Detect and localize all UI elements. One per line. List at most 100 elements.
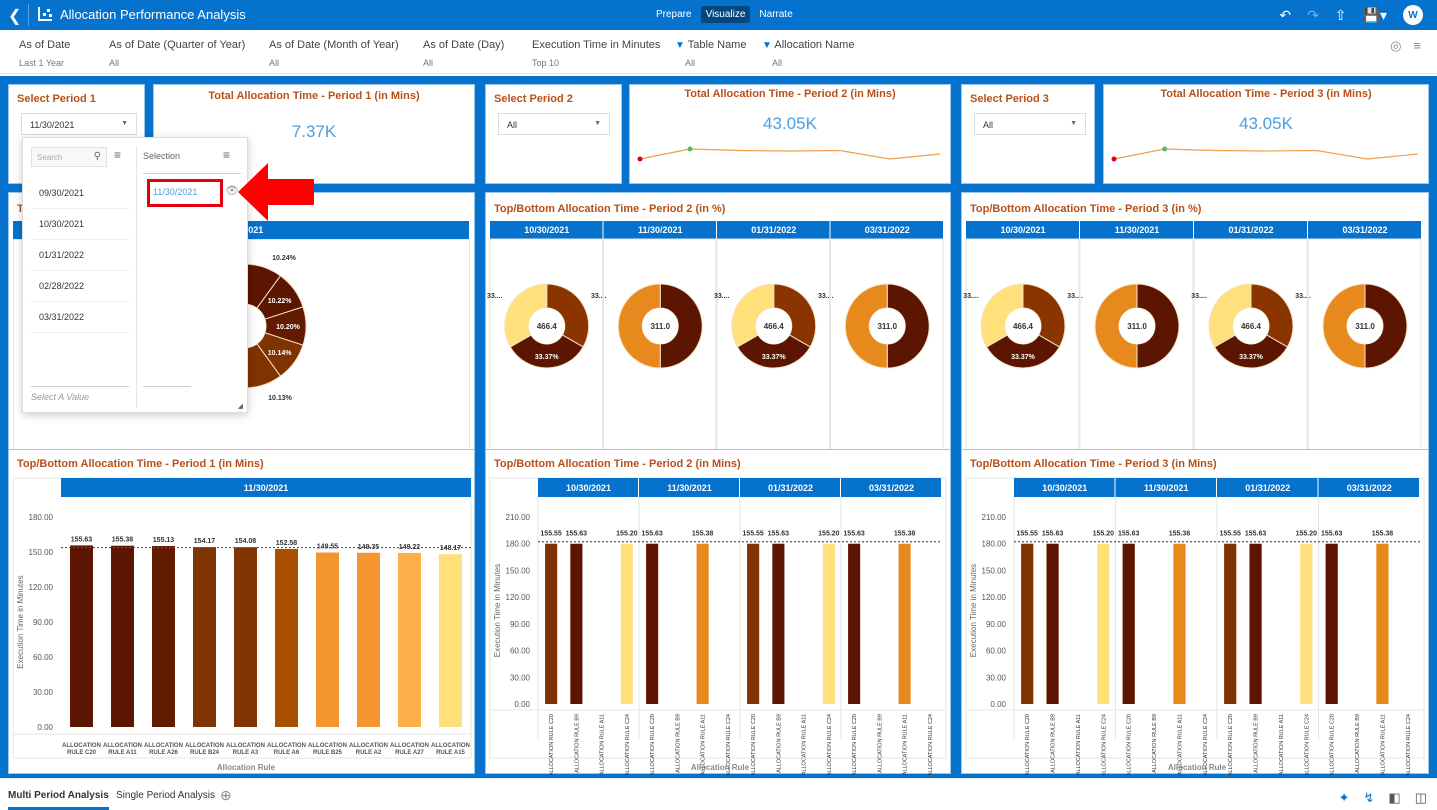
- y-tick-label: 120.00: [29, 583, 54, 592]
- tab-single-period-analysis[interactable]: Single Period Analysis: [116, 790, 215, 801]
- eye-icon[interactable]: 👁: [225, 184, 239, 197]
- panel-left-icon[interactable]: ◧: [1388, 790, 1400, 806]
- y-tick-label: 90.00: [33, 618, 54, 627]
- mode-prepare[interactable]: Prepare: [651, 6, 697, 23]
- y-tick-label: 150.00: [29, 548, 54, 557]
- bar-value-label: 155.55: [540, 531, 562, 538]
- x-tick-label: ALLOCATION RULE B9: [1051, 714, 1057, 773]
- list-item[interactable]: 02/28/2022: [31, 271, 129, 302]
- x-tick-label: ALLOCATION RULE B9: [1254, 714, 1260, 773]
- list-item[interactable]: 01/31/2022: [31, 240, 129, 271]
- mode-narrate[interactable]: Narrate: [754, 6, 797, 23]
- bar: [772, 543, 785, 704]
- filter-day[interactable]: As of Date (Day) All: [423, 39, 504, 68]
- filter-as-of-date[interactable]: As of Date Last 1 Year: [19, 39, 70, 68]
- y-tick-label: 60.00: [986, 647, 1007, 656]
- auto-apply-icon[interactable]: ◎: [1390, 38, 1401, 54]
- arrow-shape: [238, 163, 314, 221]
- list-item[interactable]: 09/30/2021: [31, 178, 129, 209]
- period2-select[interactable]: All ▼: [498, 113, 610, 135]
- period2-bar-chart: 0.00 30.00 60.00 90.00 120.00 150.00 180.00 210…: [489, 477, 947, 775]
- list-menu-icon[interactable]: ≡: [114, 148, 121, 162]
- column-header-label: 01/31/2022: [1245, 483, 1290, 493]
- selection-menu-icon[interactable]: ≡: [223, 148, 230, 162]
- select-value: All: [507, 120, 518, 130]
- y-tick-label: 30.00: [33, 688, 54, 697]
- avatar[interactable]: W: [1403, 5, 1423, 25]
- bar: [545, 543, 558, 704]
- y-tick-label: 210.00: [506, 513, 531, 522]
- column-header-label: 10/30/2021: [1042, 483, 1087, 493]
- panel-title: Select Period 1: [17, 93, 96, 105]
- bar: [1097, 543, 1110, 704]
- bar: [898, 543, 911, 704]
- search-input[interactable]: Search ⚲: [31, 147, 107, 167]
- bar-value-label: 155.63: [641, 531, 663, 538]
- sparkline-line: [1113, 148, 1419, 160]
- y-tick-label: 210.00: [982, 513, 1007, 522]
- back-icon[interactable]: ❮: [8, 6, 21, 26]
- filter-month-of-year[interactable]: As of Date (Month of Year) All: [269, 39, 399, 68]
- x-tick-label: ALLOCATION: [185, 743, 224, 749]
- filter-label: Table Name: [687, 39, 747, 51]
- period1-select[interactable]: 11/30/2021 ▼: [21, 113, 137, 135]
- slice-label: 10.14%: [268, 350, 293, 357]
- resize-handle-icon[interactable]: ◢: [238, 402, 243, 410]
- y-tick-label: 60.00: [33, 653, 54, 662]
- selected-item-highlighted[interactable]: 11/30/2021: [147, 179, 223, 207]
- export-icon[interactable]: ⇧: [1335, 7, 1347, 24]
- filter-allocation-name[interactable]: ▼ Allocation Name All: [762, 39, 854, 68]
- slice-label: 33....: [1191, 293, 1207, 300]
- bar-value-label: 155.20: [1093, 531, 1115, 538]
- auto-refresh-icon[interactable]: ↯: [1364, 790, 1375, 806]
- mode-visualize[interactable]: Visualize: [700, 6, 751, 23]
- column-header-label: 11/30/2021: [1144, 483, 1189, 493]
- x-tick-label: RULE A27: [395, 750, 424, 756]
- column-header-label: 03/31/2022: [869, 483, 914, 493]
- selection-header: Selection: [143, 151, 181, 161]
- panel-split-icon[interactable]: ◫: [1415, 790, 1427, 806]
- bar-value-label: 155.20: [818, 531, 840, 538]
- filter-value: All: [269, 58, 280, 68]
- bar-value-label: 155.13: [153, 537, 175, 544]
- data-panel-icon[interactable]: ✦: [1339, 790, 1350, 806]
- add-tab-icon[interactable]: ⊕: [220, 787, 232, 804]
- x-tick-label: ALLOCATION RULE C24: [1406, 714, 1412, 775]
- list-item[interactable]: 10/30/2021: [31, 209, 129, 240]
- filter-table-name[interactable]: ▼ Table Name All: [675, 39, 746, 68]
- mode-switcher: Prepare Visualize Narrate: [651, 6, 798, 23]
- x-tick-label: ALLOCATION RULE A11: [1076, 714, 1082, 775]
- y-tick-label: 90.00: [986, 620, 1007, 629]
- filter-menu-icon[interactable]: ≡: [1413, 38, 1421, 54]
- slice-label: 33....: [818, 293, 834, 300]
- period1-bar-chart: 11/30/2021 0.00 30.00 60.00 90.00 120.00 150.0…: [12, 477, 472, 772]
- tab-multi-period-analysis[interactable]: Multi Period Analysis: [8, 790, 109, 810]
- slice-label: 33....: [963, 293, 979, 300]
- period3-select[interactable]: All ▼: [974, 113, 1086, 135]
- y-axis-title: Execution Time in Minutes: [16, 575, 25, 668]
- y-tick-label: 120.00: [982, 593, 1007, 602]
- kpi-value: 43.05K: [1239, 114, 1293, 133]
- undo-icon[interactable]: ↶: [1279, 7, 1291, 24]
- bar-value-label: 155.55: [1219, 531, 1241, 538]
- x-tick-label: ALLOCATION RULE C24: [625, 714, 631, 775]
- slice-label: 10.22%: [268, 298, 293, 305]
- period3-bar-chart: 0.00 30.00 60.00 90.00 120.00 150.00 180.00 210…: [965, 477, 1425, 775]
- bar-value-label: 154.08: [235, 538, 257, 545]
- bar: [1173, 543, 1186, 704]
- x-axis-title: Allocation Rule: [217, 763, 276, 772]
- search-placeholder: Search: [37, 153, 63, 162]
- save-icon[interactable]: 💾▾: [1363, 7, 1387, 24]
- column-header-label: 10/30/2021: [524, 225, 569, 235]
- x-tick-label: ALLOCATION RULE C20: [1330, 714, 1336, 775]
- kpi-value: 43.05K: [763, 114, 817, 133]
- bar: [848, 543, 861, 704]
- filter-execution-time[interactable]: Execution Time in Minutes Top 10: [532, 39, 660, 68]
- x-tick-label: RULE B24: [190, 750, 220, 756]
- list-item[interactable]: 03/31/2022: [31, 302, 129, 333]
- slice-label: 33.37%: [1239, 354, 1264, 361]
- panel-title: Total Allocation Time - Period 3 (in Min…: [1160, 88, 1372, 100]
- filter-quarter-of-year[interactable]: As of Date (Quarter of Year) All: [109, 39, 245, 68]
- bar-value-label: 155.63: [71, 536, 93, 543]
- redo-icon[interactable]: ↷: [1307, 7, 1319, 24]
